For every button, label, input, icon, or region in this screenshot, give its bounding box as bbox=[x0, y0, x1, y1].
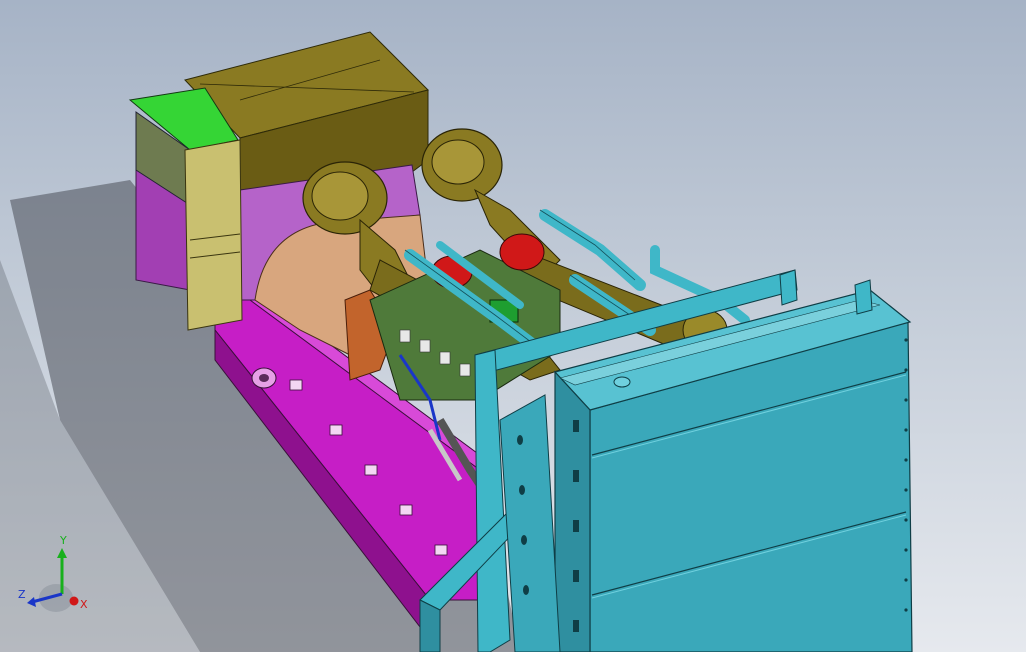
generator-set-3d-model[interactable] bbox=[0, 0, 1026, 652]
z-axis-label: Z bbox=[18, 588, 26, 601]
cad-graphics-viewport[interactable]: Y Z X bbox=[0, 0, 1026, 652]
x-axis-marker bbox=[69, 596, 79, 606]
y-axis-label: Y bbox=[59, 534, 67, 547]
z-axis-arrowhead bbox=[27, 597, 36, 607]
y-axis-arrowhead bbox=[57, 548, 67, 558]
x-axis-label: X bbox=[80, 598, 88, 611]
reference-triad: Y Z X bbox=[18, 534, 88, 612]
